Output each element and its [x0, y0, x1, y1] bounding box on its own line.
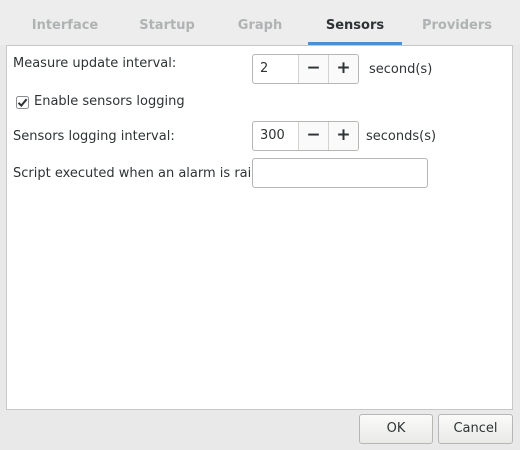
measure-interval-increment-button[interactable]: + [328, 55, 358, 83]
tab-sensors[interactable]: Sensors [308, 0, 402, 45]
logging-interval-spinbutton[interactable]: 300 − + [252, 121, 359, 151]
logging-interval-decrement-button[interactable]: − [298, 122, 328, 150]
sensors-logging-checkbox[interactable] [16, 96, 29, 109]
measure-interval-decrement-button[interactable]: − [298, 55, 328, 83]
alarm-script-label: Script executed when an alarm is raised: [13, 166, 279, 181]
logging-interval-increment-button[interactable]: + [328, 122, 358, 150]
logging-interval-unit: seconds(s) [366, 129, 437, 144]
measure-interval-spinbutton[interactable]: 2 − + [252, 54, 359, 84]
cancel-button[interactable]: Cancel [438, 414, 513, 444]
tab-graph[interactable]: Graph [205, 0, 315, 45]
sensors-logging-label[interactable]: Enable sensors logging [34, 94, 185, 109]
measure-interval-unit: second(s) [369, 62, 433, 77]
tab-bar: Interface Startup Graph Sensors Provider… [0, 0, 520, 45]
tab-providers[interactable]: Providers [402, 0, 512, 45]
measure-interval-label: Measure update interval: [13, 56, 177, 71]
measure-interval-value[interactable]: 2 [253, 55, 298, 83]
tab-interface[interactable]: Interface [10, 0, 120, 45]
ok-button[interactable]: OK [359, 414, 433, 444]
logging-interval-label: Sensors logging interval: [13, 129, 175, 144]
logging-interval-value[interactable]: 300 [253, 122, 298, 150]
alarm-script-input[interactable] [252, 158, 428, 188]
